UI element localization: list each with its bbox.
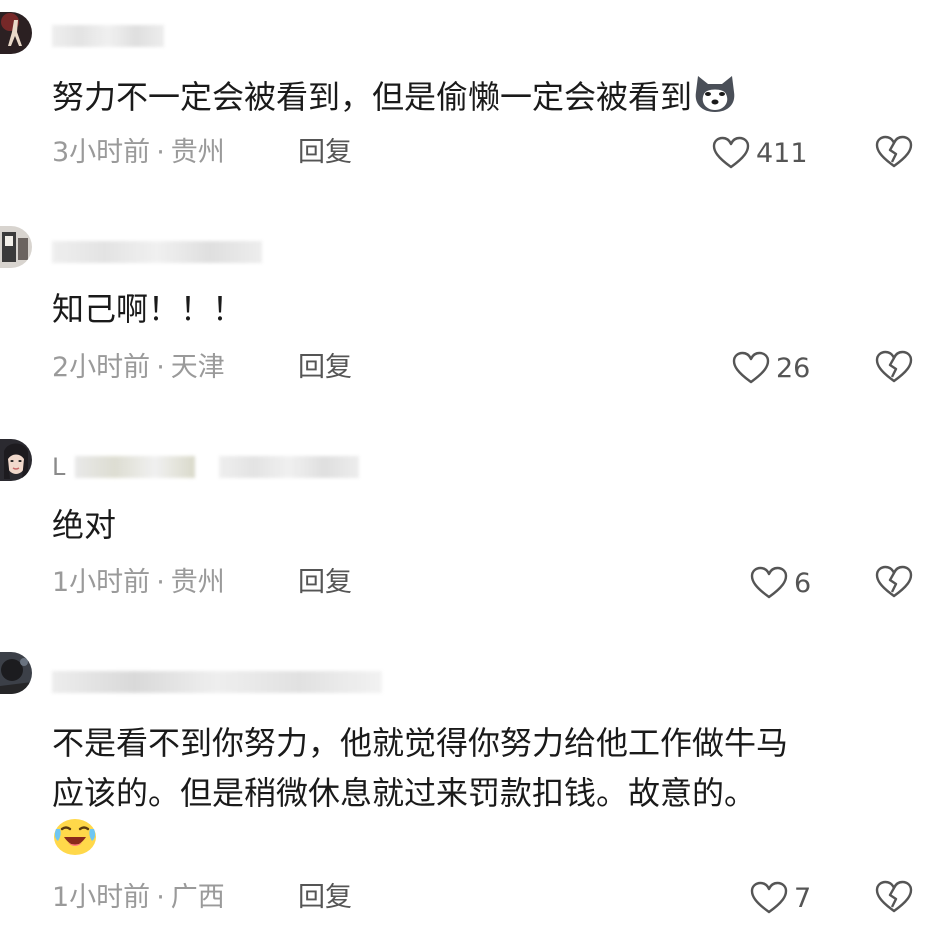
comment-text: 知己啊！！！ [52, 290, 245, 328]
like-button[interactable]: 6 [750, 565, 811, 601]
dislike-button[interactable] [875, 880, 913, 916]
comment-meta: 1小时前 · 广西 [52, 880, 225, 916]
like-count: 411 [756, 137, 808, 169]
broken-heart-icon [875, 350, 913, 384]
comment-time: 1小时前 [52, 882, 151, 913]
username[interactable]: L [52, 455, 360, 479]
heart-outline-icon [712, 136, 750, 170]
comment-meta: 1小时前 · 贵州 [52, 565, 225, 601]
meta-separator: · [156, 137, 165, 168]
laugh-cry-emoji-icon [52, 815, 98, 871]
comment-time: 1小时前 [52, 567, 151, 598]
dislike-button[interactable] [875, 350, 913, 386]
comment-time: 3小时前 [52, 137, 151, 168]
comment-location: 天津 [170, 352, 225, 383]
comment-location: 贵州 [170, 567, 225, 598]
comment-text: 绝对 [52, 506, 117, 544]
heart-outline-icon [750, 566, 788, 600]
avatar[interactable] [0, 439, 32, 481]
like-count: 6 [794, 567, 812, 599]
comment-location: 广西 [170, 882, 225, 913]
comment-item: L 绝对 1小时前 · 贵州 回复 6 [0, 425, 936, 625]
meta-separator: · [156, 567, 165, 598]
avatar[interactable] [0, 12, 32, 54]
reply-button[interactable]: 回复 [298, 565, 352, 601]
heart-outline-icon [732, 351, 770, 385]
username-blur [52, 241, 262, 263]
meta-separator: · [156, 352, 165, 383]
dislike-button[interactable] [875, 135, 913, 171]
broken-heart-icon [875, 565, 913, 599]
comment-item: 不是看不到你努力，他就觉得你努力给他工作做牛马 应该的。但是稍微休息就过来罚款扣… [0, 640, 936, 940]
like-button[interactable]: 26 [732, 350, 810, 386]
husky-emoji-icon [692, 72, 738, 126]
username-blur [52, 671, 382, 693]
like-count: 7 [794, 882, 812, 914]
username[interactable] [52, 670, 382, 694]
comment-item: 努力不一定会被看到，但是偷懒一定会被看到 3小时前 · 贵州 回复 411 [0, 0, 936, 200]
username-blur [75, 456, 196, 478]
comment-text-line: 应该的。但是稍微休息就过来罚款扣钱。故意的。 [52, 774, 757, 812]
comment-text: 努力不一定会被看到，但是偷懒一定会被看到 [52, 72, 738, 126]
reply-button[interactable]: 回复 [298, 880, 352, 916]
username-blur [52, 25, 164, 47]
comment-text-line: 不是看不到你努力，他就觉得你努力给他工作做牛马 [52, 724, 789, 762]
dislike-button[interactable] [875, 565, 913, 601]
comment-item: 知己啊！！！ 2小时前 · 天津 回复 26 [0, 210, 936, 410]
like-count: 26 [776, 352, 811, 384]
avatar[interactable] [0, 226, 32, 268]
avatar[interactable] [0, 652, 32, 694]
like-button[interactable]: 411 [712, 135, 808, 171]
comment-meta: 3小时前 · 贵州 [52, 135, 225, 171]
comment-time: 2小时前 [52, 352, 151, 383]
reply-button[interactable]: 回复 [298, 135, 352, 171]
comment-location: 贵州 [170, 137, 225, 168]
like-button[interactable]: 7 [750, 880, 811, 916]
broken-heart-icon [875, 135, 913, 169]
username[interactable] [52, 240, 262, 264]
username[interactable] [52, 24, 164, 48]
username-blur [219, 456, 360, 478]
reply-button[interactable]: 回复 [298, 350, 352, 386]
comment-meta: 2小时前 · 天津 [52, 350, 225, 386]
meta-separator: · [156, 882, 165, 913]
heart-outline-icon [750, 881, 788, 915]
comment-text: 不是看不到你努力，他就觉得你努力给他工作做牛马 应该的。但是稍微休息就过来罚款扣… [52, 718, 788, 868]
broken-heart-icon [875, 880, 913, 914]
